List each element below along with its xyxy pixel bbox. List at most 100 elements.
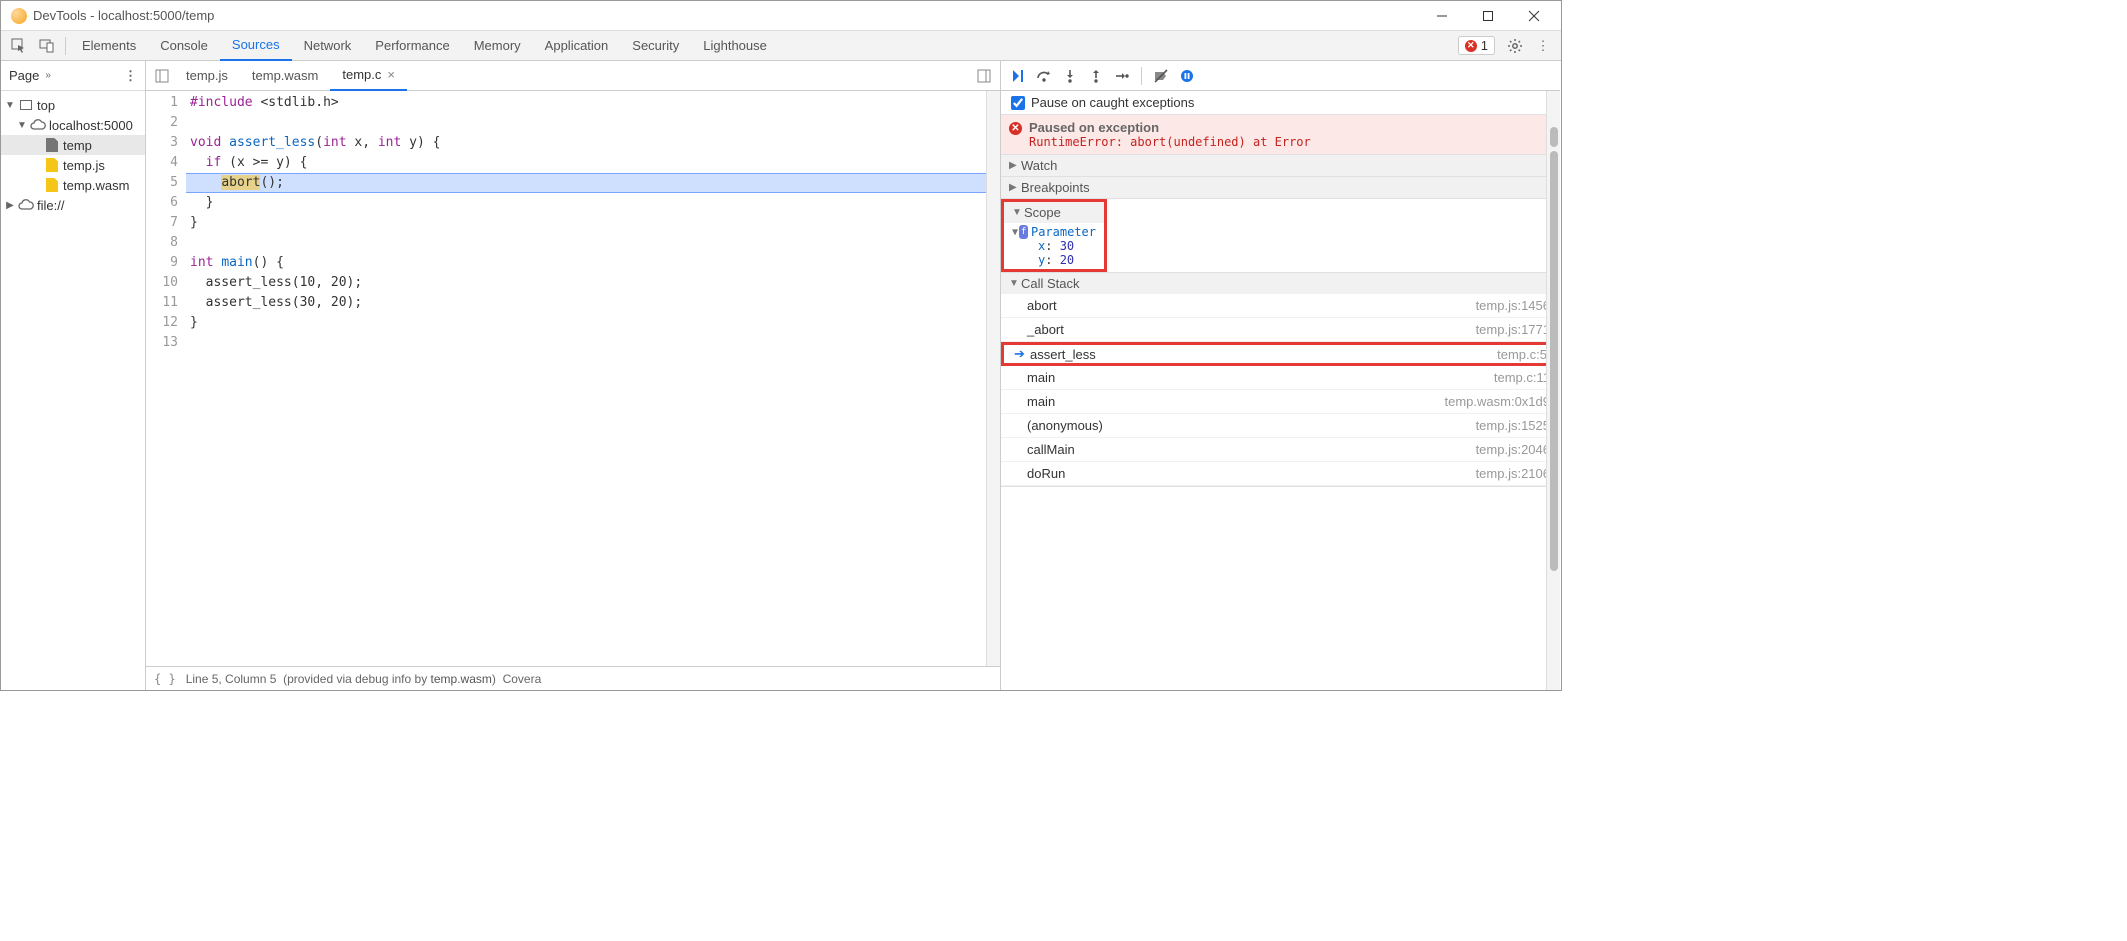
scope-var[interactable]: y: 20 [1012, 253, 1096, 267]
window-title: DevTools - localhost:5000/temp [33, 8, 1419, 23]
step-icon[interactable] [1111, 65, 1133, 87]
code-line[interactable]: } [186, 313, 1000, 333]
show-navigator-icon[interactable] [150, 69, 174, 83]
main-tab-lighthouse[interactable]: Lighthouse [691, 31, 779, 61]
step-over-icon[interactable] [1033, 65, 1055, 87]
cloud-icon [18, 198, 34, 212]
resume-icon[interactable] [1007, 65, 1029, 87]
script-icon [44, 158, 60, 172]
page-menu-icon[interactable]: ⋮ [124, 68, 137, 84]
tree-file-scheme[interactable]: ▶ file:// [1, 195, 145, 215]
code-line[interactable]: } [186, 213, 1000, 233]
code-line[interactable] [186, 113, 1000, 133]
callstack-section-header[interactable]: ▼Call Stack [1001, 273, 1560, 294]
triangle-down-icon: ▼ [1012, 207, 1024, 218]
main-tab-application[interactable]: Application [533, 31, 621, 61]
frame-location: temp.c:5 [1497, 347, 1547, 362]
scope-var[interactable]: x: 30 [1012, 239, 1096, 253]
triangle-down-icon: ▼ [1009, 278, 1021, 289]
deactivate-breakpoints-icon[interactable] [1150, 65, 1172, 87]
editor-tab[interactable]: temp.wasm [240, 61, 330, 91]
editor-tab[interactable]: temp.js [174, 61, 240, 91]
main-tab-sources[interactable]: Sources [220, 31, 292, 61]
tree-file[interactable]: temp.js [1, 155, 145, 175]
file-tree: ▼ top ▼ localhost:5000 temp temp.js [1, 91, 145, 219]
tree-host[interactable]: ▼ localhost:5000 [1, 115, 145, 135]
pretty-print-icon[interactable]: { } [154, 672, 176, 686]
code-line[interactable] [186, 333, 1000, 353]
code-line[interactable]: #include <stdlib.h> [186, 93, 1000, 113]
frame-function: callMain [1027, 442, 1476, 457]
triangle-down-icon: ▼ [17, 120, 27, 131]
callstack-frame[interactable]: _aborttemp.js:1771 [1001, 318, 1560, 342]
show-debugger-icon[interactable] [972, 69, 996, 83]
device-mode-icon[interactable] [33, 32, 61, 60]
frame-location: temp.js:1456 [1476, 298, 1550, 313]
code-line[interactable]: } [186, 193, 1000, 213]
pause-on-caught-row[interactable]: Pause on caught exceptions [1001, 91, 1560, 115]
main-tab-security[interactable]: Security [620, 31, 691, 61]
source-map-link[interactable]: temp.wasm [431, 672, 492, 686]
tree-file[interactable]: temp [1, 135, 145, 155]
kebab-menu-icon[interactable]: ⋮ [1529, 32, 1557, 60]
main-tab-performance[interactable]: Performance [363, 31, 461, 61]
watch-section-header[interactable]: ▶Watch [1001, 155, 1560, 176]
scope-section-header[interactable]: ▼Scope [1004, 202, 1104, 223]
close-button[interactable] [1511, 1, 1557, 31]
frame-function: doRun [1027, 466, 1476, 481]
code-line[interactable]: assert_less(10, 20); [186, 273, 1000, 293]
frame-function: _abort [1027, 322, 1476, 337]
error-badge[interactable]: ✕ 1 [1458, 36, 1495, 55]
triangle-right-icon: ▶ [1009, 182, 1021, 193]
main-tab-memory[interactable]: Memory [462, 31, 533, 61]
settings-gear-icon[interactable] [1501, 32, 1529, 60]
minimize-button[interactable] [1419, 1, 1465, 31]
main-tab-elements[interactable]: Elements [70, 31, 148, 61]
main-tab-console[interactable]: Console [148, 31, 220, 61]
callstack-frame[interactable]: aborttemp.js:1456 [1001, 294, 1560, 318]
page-panel: Page » ⋮ ▼ top ▼ localhost:5000 t [1, 61, 146, 690]
pause-on-exceptions-icon[interactable] [1176, 65, 1198, 87]
cloud-icon [30, 118, 46, 132]
frame-function: main [1027, 394, 1445, 409]
chevron-right-icon[interactable]: » [45, 70, 51, 81]
debugger-toolbar [1001, 61, 1560, 91]
frame-function: abort [1027, 298, 1476, 313]
tree-file[interactable]: temp.wasm [1, 175, 145, 195]
callstack-frame[interactable]: ➔assert_lesstemp.c:5 [1001, 342, 1560, 366]
step-into-icon[interactable] [1059, 65, 1081, 87]
code-line[interactable]: int main() { [186, 253, 1000, 273]
main-tab-network[interactable]: Network [292, 31, 364, 61]
tree-top[interactable]: ▼ top [1, 95, 145, 115]
step-out-icon[interactable] [1085, 65, 1107, 87]
scope-group[interactable]: ▼fParameter [1012, 225, 1096, 239]
code-line[interactable]: if (x >= y) { [186, 153, 1000, 173]
callstack-frame[interactable]: maintemp.wasm:0x1d9 [1001, 390, 1560, 414]
callstack-frame[interactable]: callMaintemp.js:2046 [1001, 438, 1560, 462]
editor-status-bar: { } Line 5, Column 5 (provided via debug… [146, 666, 1000, 690]
scrollbar[interactable] [1546, 91, 1560, 690]
maximize-button[interactable] [1465, 1, 1511, 31]
triangle-right-icon: ▶ [1009, 160, 1021, 171]
breakpoints-section-header[interactable]: ▶Breakpoints [1001, 177, 1560, 198]
pause-on-caught-checkbox[interactable] [1011, 96, 1025, 110]
frame-function: main [1027, 370, 1494, 385]
scrollbar[interactable] [986, 91, 1000, 666]
editor-tab[interactable]: temp.c× [330, 61, 407, 91]
callstack-frame[interactable]: maintemp.c:11 [1001, 366, 1560, 390]
callstack-frame[interactable]: (anonymous)temp.js:1525 [1001, 414, 1560, 438]
frame-location: temp.js:2106 [1476, 466, 1550, 481]
editor-panel: temp.jstemp.wasmtemp.c× 1234567891011121… [146, 61, 1001, 690]
close-tab-icon[interactable]: × [387, 67, 395, 82]
triangle-down-icon: ▼ [5, 100, 15, 111]
frame-location: temp.wasm:0x1d9 [1445, 394, 1551, 409]
code-line[interactable]: void assert_less(int x, int y) { [186, 133, 1000, 153]
code-line[interactable] [186, 233, 1000, 253]
callstack-frame[interactable]: doRuntemp.js:2106 [1001, 462, 1560, 486]
inspect-element-icon[interactable] [5, 32, 33, 60]
page-panel-title[interactable]: Page [9, 68, 39, 83]
code-line[interactable]: abort(); [186, 173, 1000, 193]
code-editor[interactable]: 12345678910111213 #include <stdlib.h> vo… [146, 91, 1000, 666]
code-line[interactable]: assert_less(30, 20); [186, 293, 1000, 313]
current-frame-arrow-icon: ➔ [1014, 346, 1030, 362]
